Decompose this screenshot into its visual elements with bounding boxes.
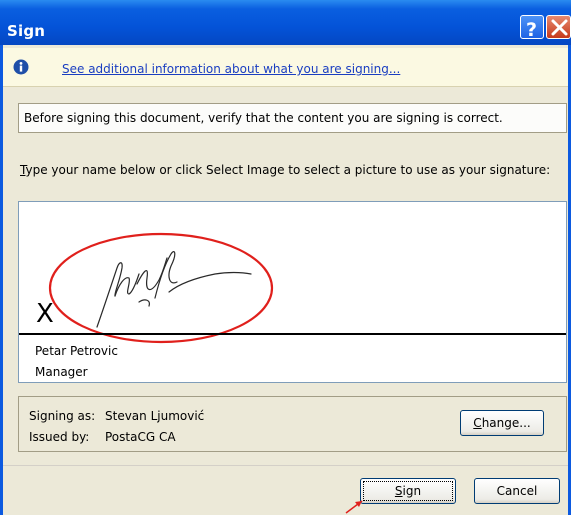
window-left-border (0, 45, 3, 515)
sign-label: ign (402, 484, 422, 498)
signer-name: Petar Petrovic (35, 344, 118, 358)
help-button[interactable]: ? (520, 15, 544, 40)
change-label: hange... (481, 416, 531, 430)
title-bar[interactable]: Sign ? (0, 0, 571, 45)
separator (3, 465, 568, 466)
sign-dialog: Sign ? See additional information about … (0, 0, 571, 515)
issued-by-label: Issued by: (29, 430, 90, 444)
change-mnemonic: C (473, 416, 482, 430)
signature-box[interactable]: X Petar Petrovic Manager (18, 201, 567, 383)
highlight-ellipse (48, 232, 274, 344)
change-button[interactable]: Change... (460, 410, 544, 436)
issued-by-value: PostaCG CA (105, 430, 176, 444)
pointer-arrow (345, 500, 363, 514)
svg-text:?: ? (526, 19, 537, 40)
instruction-text: ype your name below or click Select Imag… (25, 163, 551, 177)
signature-line (19, 333, 566, 335)
cancel-button[interactable]: Cancel (474, 478, 560, 504)
help-icon: ? (526, 19, 537, 40)
close-icon (551, 19, 568, 36)
window-title: Sign (7, 22, 46, 40)
signer-title: Manager (35, 365, 88, 379)
additional-info-link[interactable]: See additional information about what yo… (62, 62, 400, 76)
signature-instruction: Type your name below or click Select Ima… (20, 162, 560, 179)
info-icon (13, 59, 29, 75)
signature-x-mark: X (36, 299, 54, 329)
verify-message-box: Before signing this document, verify tha… (18, 103, 567, 133)
signing-as-value: Stevan Ljumović (105, 409, 205, 423)
handwritten-signature (96, 251, 252, 328)
info-bar: See additional information about what yo… (3, 48, 568, 87)
sign-mnemonic: S (394, 484, 403, 498)
close-button[interactable] (546, 15, 571, 39)
verify-message: Before signing this document, verify tha… (24, 111, 503, 125)
signing-as-label: Signing as: (29, 409, 96, 423)
